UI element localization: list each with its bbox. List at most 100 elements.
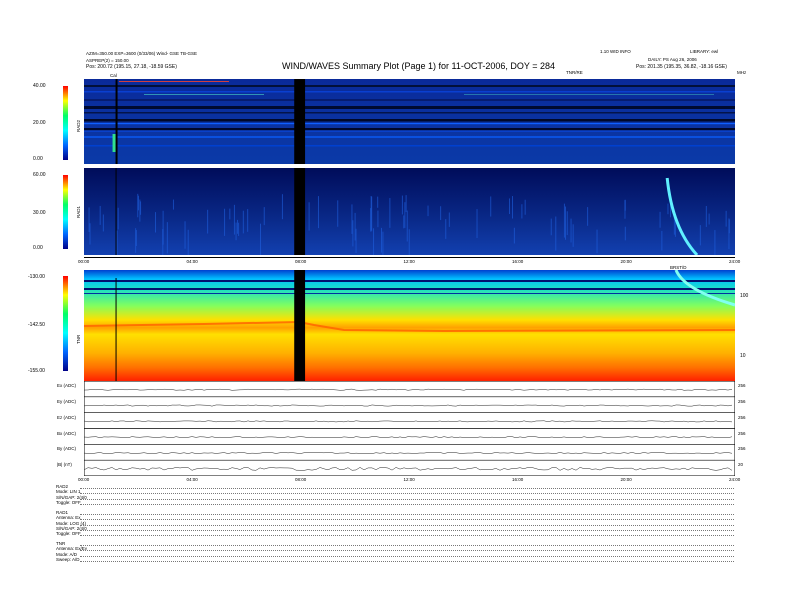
summary-plot-page: AZIM=350.00 EXP=3600 (0/33/06) Wind- GSE… xyxy=(0,0,792,612)
tnr-right-tick-10: 10 xyxy=(740,353,746,359)
footer-dotted-rule xyxy=(80,535,734,537)
rad1-streak-70 xyxy=(235,222,237,241)
rad1-streak-30 xyxy=(88,207,90,233)
footer-dotted-rule xyxy=(80,524,734,526)
rad1-spectrogram xyxy=(84,168,735,255)
right-corner-label: MHz xyxy=(737,70,747,75)
line-row-label-0: Ex (ADC) xyxy=(57,383,76,388)
footer-block3-line-3: Sweep: A/D xyxy=(56,556,80,562)
footer-dotted-rule xyxy=(80,545,734,546)
rad1-streak-48 xyxy=(550,218,552,236)
rad1-streak-45 xyxy=(154,212,156,233)
bottom-tick-label-0: 00:00 xyxy=(78,477,90,482)
tnr-panel-label: TNR xyxy=(76,334,81,344)
line-row-right-2: 256 xyxy=(738,414,746,420)
rad1-streak-11 xyxy=(725,210,727,227)
footer-dotted-rule xyxy=(80,493,734,495)
footer-block1-line-3: Toggle: OFF xyxy=(56,499,81,505)
mid-tick-label-4: 16:00 xyxy=(512,259,524,264)
rad1-streak-29 xyxy=(563,203,565,238)
footer-dotted-rule xyxy=(80,519,734,521)
mid-tick-label-3: 12:00 xyxy=(403,259,415,264)
rad1-streak-0 xyxy=(403,215,405,229)
rad1-streak-17 xyxy=(508,198,510,215)
bottom-tick-label-3: 12:00 xyxy=(403,477,415,482)
footer-dotted-rule xyxy=(80,498,734,500)
rad2-band-6 xyxy=(84,123,735,125)
rad1-streak-27 xyxy=(99,205,101,225)
mid-tick-label-0: 00:00 xyxy=(78,259,90,264)
tnr-header-label: TNR/RE xyxy=(566,70,583,75)
rad1-streak-77 xyxy=(566,211,568,236)
footer-dotted-rule xyxy=(80,529,734,531)
header-right-line2: LIBRARY: ewl xyxy=(690,49,719,54)
rad2-emission-line xyxy=(144,94,264,95)
rad2-band-9 xyxy=(84,136,735,138)
rad1-cal-line xyxy=(115,168,117,255)
rad1-streak-85 xyxy=(699,225,701,246)
line-row-label-1: Ey (ADC) xyxy=(57,398,76,404)
rad1-streak-55 xyxy=(408,229,410,255)
rad2-band-1 xyxy=(84,91,735,93)
rad2-data-gap xyxy=(294,79,306,164)
rad1-streak-20 xyxy=(705,205,707,227)
rad2-tick-mid: 20.00 xyxy=(33,120,46,126)
rad2-band-4 xyxy=(84,112,735,114)
rad1-streak-34 xyxy=(667,203,669,215)
rad1-streak-79 xyxy=(229,208,231,220)
rad2-band-8 xyxy=(84,131,735,132)
rad1-streak-69 xyxy=(337,200,339,227)
tnr-dark-band-3 xyxy=(84,293,735,294)
tnr-tick-top: -130.00 xyxy=(28,274,45,280)
tnr-background xyxy=(84,270,735,381)
footer-dotted-rule xyxy=(80,555,734,557)
rad1-streak-58 xyxy=(596,229,598,254)
rad2-band-3 xyxy=(84,106,735,109)
rad1-streak-5 xyxy=(237,219,239,234)
rad1-streak-46 xyxy=(89,223,91,245)
rad1-streak-75 xyxy=(247,209,249,232)
rad1-streak-62 xyxy=(572,224,574,247)
rad1-streak-9 xyxy=(207,209,209,234)
rad1-streak-39 xyxy=(624,226,626,241)
footer-block3-line-0: TNR xyxy=(56,541,66,546)
rad2-tick-bottom: 0.00 xyxy=(33,156,43,162)
rad2-band-10 xyxy=(84,145,735,147)
rad2-top-mark xyxy=(119,81,229,82)
header-left-line3: Pos: 200.72 (195.15, 27.18, -18.59 GSE) xyxy=(86,64,177,70)
rad1-streak-23 xyxy=(238,222,240,237)
tnr-dark-band-1 xyxy=(84,280,735,282)
rad2-cal-line xyxy=(115,79,118,164)
rad2-emission-line-2 xyxy=(464,94,714,95)
rad1-streak-49 xyxy=(317,196,319,229)
rad2-colorbar xyxy=(63,86,68,160)
footer-dotted-rule xyxy=(80,550,734,552)
line-panels xyxy=(84,381,735,476)
rad1-streak-4 xyxy=(511,196,513,219)
rad1-streak-26 xyxy=(570,218,572,243)
line-row-right-5: 20 xyxy=(738,462,744,468)
bottom-tick-label-4: 16:00 xyxy=(512,477,524,482)
rad1-streak-44 xyxy=(490,196,492,217)
rad1-streak-33 xyxy=(389,198,391,228)
rad1-streak-68 xyxy=(708,213,710,225)
rad1-streak-7 xyxy=(116,230,118,255)
rad1-panel-label: RAD1 xyxy=(76,205,81,218)
line-row-right-3: 256 xyxy=(738,430,746,436)
rad2-band-0 xyxy=(84,85,735,87)
footer-block2-line-0: RAD1 xyxy=(56,510,69,515)
rad1-streak-83 xyxy=(404,202,406,228)
rad1-streak-66 xyxy=(524,199,526,215)
rad1-streak-21 xyxy=(406,210,408,242)
rad1-streak-12 xyxy=(440,206,442,221)
rad1-streak-63 xyxy=(373,228,375,255)
rad1-streak-36 xyxy=(513,227,515,244)
mid-tick-label-1: 04:00 xyxy=(186,259,198,264)
line-row-right-0: 256 xyxy=(738,383,746,388)
rad1-streak-67 xyxy=(427,205,429,217)
footer-block1-line-1: Mode: LIN 1 xyxy=(56,489,81,495)
rad1-streak-86 xyxy=(140,201,142,215)
rad1-streak-51 xyxy=(281,194,283,220)
rad1-streak-60 xyxy=(370,196,372,231)
rad2-tick-top: 40.00 xyxy=(33,83,46,89)
